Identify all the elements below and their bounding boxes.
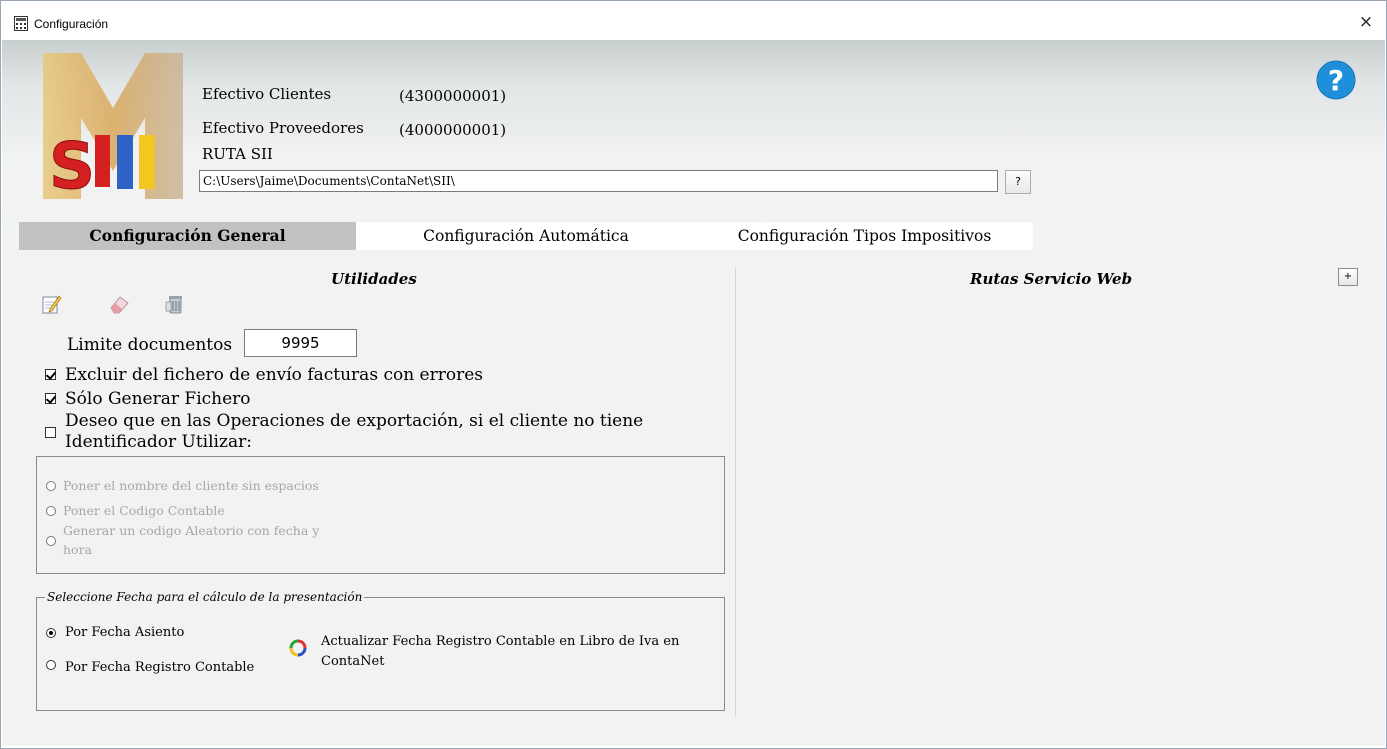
codigo-aleatorio-radio[interactable]	[46, 536, 56, 546]
sii-logo: S	[43, 53, 183, 199]
ruta-sii-input[interactable]: C:\Users\Jaime\Documents\ContaNet\SII\	[199, 170, 998, 192]
help-icon[interactable]: ?	[1316, 60, 1356, 100]
excluir-errores-checkbox[interactable]	[45, 369, 56, 380]
fecha-groupbox-legend: Seleccione Fecha para el cálculo de la p…	[45, 590, 365, 604]
codigo-contable-label: Poner el Codigo Contable	[63, 503, 225, 518]
edit-icon[interactable]	[41, 293, 63, 315]
efectivo-clientes-value: (4300000001)	[399, 87, 507, 105]
nombre-sin-espacios-label: Poner el nombre del cliente sin espacios	[63, 478, 319, 493]
panel-divider	[735, 268, 736, 716]
exportacion-label-line1: Deseo que en las Operaciones de exportac…	[65, 411, 644, 431]
ruta-sii-label: RUTA SII	[202, 145, 273, 163]
window-title: Configuración	[34, 17, 109, 31]
limite-documentos-label: Limite documentos	[67, 335, 233, 355]
svg-text:S: S	[49, 130, 95, 199]
fecha-registro-label: Por Fecha Registro Contable	[65, 660, 255, 675]
refresh-icon[interactable]	[289, 639, 307, 657]
config-window: Configuración × S Efectivo Clientes (430…	[0, 0, 1387, 749]
efectivo-clientes-label: Efectivo Clientes	[202, 85, 332, 103]
nombre-sin-espacios-radio[interactable]	[46, 481, 56, 491]
excluir-errores-label: Excluir del fichero de envío facturas co…	[65, 365, 484, 385]
calculator-icon	[14, 16, 28, 31]
browse-path-button[interactable]: ?	[1005, 170, 1031, 194]
exportacion-label-line2: Identificador Utilizar:	[65, 432, 252, 452]
close-icon[interactable]: ×	[1356, 12, 1376, 32]
efectivo-proveedores-label: Efectivo Proveedores	[202, 119, 364, 137]
tab-configuracion-general[interactable]: Configuración General	[19, 222, 356, 250]
solo-generar-label: Sólo Generar Fichero	[65, 389, 251, 409]
efectivo-proveedores-value: (4000000001)	[399, 121, 507, 139]
exportacion-checkbox[interactable]	[45, 427, 56, 438]
rutas-servicio-web-title: Rutas Servicio Web	[970, 270, 1133, 288]
eraser-icon[interactable]	[108, 293, 130, 315]
tab-configuracion-tipos-impositivos[interactable]: Configuración Tipos Impositivos	[696, 222, 1033, 250]
fecha-registro-radio[interactable]	[46, 660, 56, 670]
svg-text:?: ?	[1328, 64, 1344, 97]
codigo-aleatorio-label-line1: Generar un codigo Aleatorio con fecha y	[63, 523, 320, 538]
tab-configuracion-automatica[interactable]: Configuración Automática	[356, 222, 696, 250]
utilidades-title: Utilidades	[331, 270, 417, 288]
title-bar: Configuración ×	[1, 1, 1386, 40]
actualizar-fecha-link-line1[interactable]: Actualizar Fecha Registro Contable en Li…	[321, 634, 679, 649]
limite-documentos-input[interactable]: 9995	[244, 329, 357, 357]
solo-generar-checkbox[interactable]	[45, 393, 56, 404]
codigo-contable-radio[interactable]	[46, 506, 56, 516]
delete-icon[interactable]	[164, 293, 186, 315]
fecha-asiento-label: Por Fecha Asiento	[65, 625, 185, 640]
add-ruta-button[interactable]: +	[1338, 268, 1358, 286]
fecha-asiento-radio[interactable]	[46, 628, 56, 638]
codigo-aleatorio-label-line2: hora	[63, 542, 93, 557]
actualizar-fecha-link-line2[interactable]: ContaNet	[321, 654, 384, 669]
